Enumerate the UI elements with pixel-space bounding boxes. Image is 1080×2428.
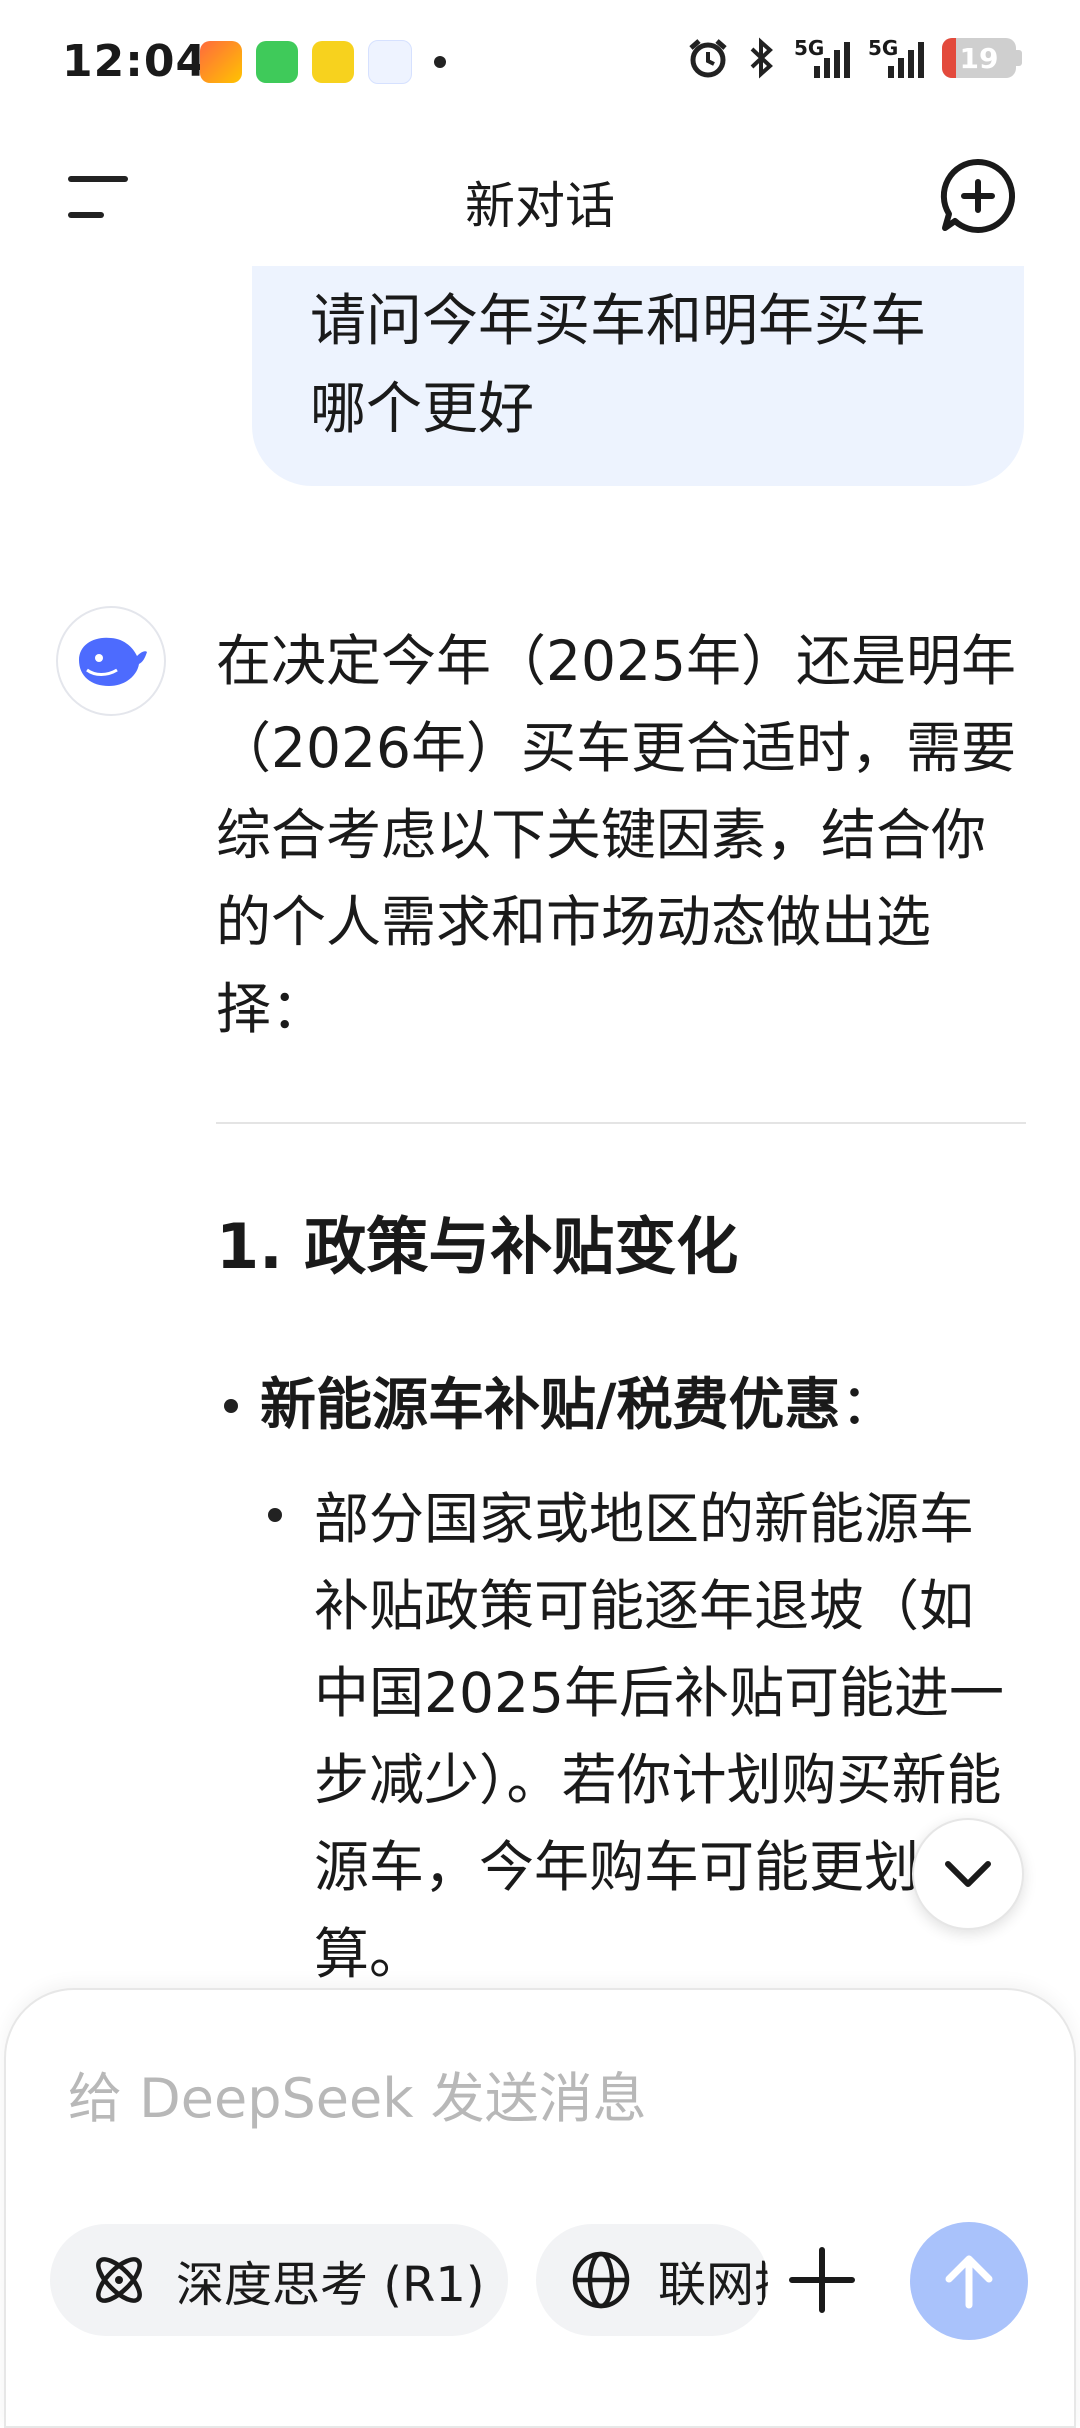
web-search-label: 联网搜索 xyxy=(658,2257,768,2313)
chevron-down-icon xyxy=(945,1861,991,1887)
sub-list-item: 部分国家或地区的新能源车补贴政策可能逐年退坡（如中国2025年后补贴可能进一步减… xyxy=(314,1487,1004,1986)
web-search-toggle[interactable]: 联网搜索 xyxy=(536,2224,768,2336)
battery-indicator: 19 xyxy=(942,38,1016,78)
message-input[interactable]: 给 DeepSeek 发送消息 xyxy=(68,2054,928,2133)
plus-icon xyxy=(789,2247,855,2313)
status-time: 12:04 xyxy=(62,36,208,87)
app-icon-1 xyxy=(200,41,242,83)
send-button[interactable] xyxy=(910,2222,1028,2340)
signal-2: 5G xyxy=(868,36,924,80)
page-title: 新对话 xyxy=(465,177,615,235)
whale-logo-icon xyxy=(79,637,147,686)
status-bar: 12:04 5G 5G 19 xyxy=(0,0,1080,130)
deep-think-toggle[interactable]: 深度思考 (R1) xyxy=(50,2224,508,2336)
app-icon-4 xyxy=(368,40,412,84)
deep-think-label: 深度思考 (R1) xyxy=(176,2257,485,2313)
scroll-to-bottom-button[interactable] xyxy=(912,1818,1024,1930)
atom-icon xyxy=(96,2257,142,2303)
signal-1: 5G xyxy=(794,36,850,80)
bullet-title: 新能源车补贴/税费优惠 xyxy=(260,1373,841,1438)
new-chat-button[interactable] xyxy=(938,156,1018,236)
bullet-suffix: ： xyxy=(840,1373,897,1438)
alarm-icon xyxy=(689,39,727,78)
notes-icon xyxy=(312,41,354,83)
user-message-text: 请问今年买车和明年买车哪个更好 xyxy=(310,289,926,442)
notification-icons xyxy=(200,40,446,84)
assistant-intro: 在决定今年（2025年）还是明年（2026年）买车更合适时，需要综合考虑以下关键… xyxy=(216,629,1016,1041)
section-heading: 1. 政策与补贴变化 xyxy=(216,1210,739,1283)
attach-button[interactable] xyxy=(786,2244,858,2316)
bullet-dot xyxy=(224,1398,238,1413)
notification-dot xyxy=(434,56,446,68)
arrow-up-icon xyxy=(945,2255,993,2309)
user-message-bubble: 请问今年买车和明年买车哪个更好 xyxy=(252,266,1024,486)
globe-icon xyxy=(572,2251,630,2309)
sub-bullet-dot xyxy=(268,1508,282,1522)
divider xyxy=(216,1122,1026,1124)
new-chat-icon xyxy=(940,158,1016,233)
deepseek-avatar xyxy=(56,606,166,716)
messages-icon xyxy=(256,41,298,83)
bluetooth-icon xyxy=(750,37,773,79)
app-header: 新对话 xyxy=(0,140,1080,260)
system-icons: 5G 5G 19 xyxy=(686,36,1022,80)
list-item: 新能源车补贴/税费优惠： xyxy=(216,1360,896,1441)
